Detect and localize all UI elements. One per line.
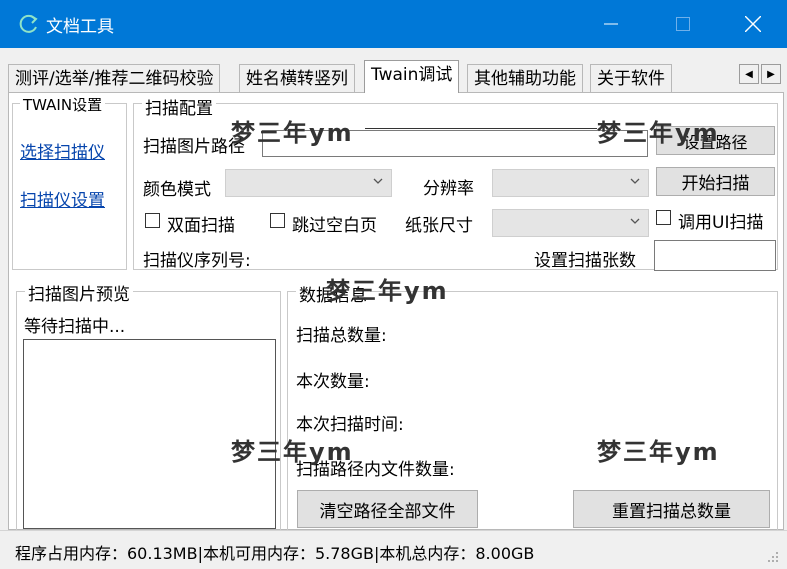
paper-size-select[interactable] [492, 209, 649, 237]
scanner-settings-link[interactable]: 扫描仪设置 [20, 186, 105, 211]
resolution-label: 分辨率 [423, 179, 474, 199]
skip-blank-label: 跳过空白页 [292, 216, 377, 236]
resolution-select[interactable] [492, 169, 649, 197]
tab-name-vertical[interactable]: 姓名横转竖列 [239, 64, 355, 92]
close-button[interactable] [722, 0, 784, 48]
watermark-text: 梦三年ym [231, 438, 354, 466]
status-bar: 程序占用内存：60.13MB|本机可用内存：5.78GB|本机总内存：8.00G… [0, 530, 787, 569]
total-count-label: 扫描总数量: [296, 326, 387, 346]
preview-status: 等待扫描中... [24, 317, 126, 337]
twain-settings-legend: TWAIN设置 [20, 94, 106, 115]
use-ui-checkbox[interactable] [656, 210, 671, 225]
maximize-button[interactable] [652, 0, 714, 48]
chevron-down-icon [630, 218, 640, 224]
app-refresh-icon [19, 14, 38, 33]
tab-twain-debug[interactable]: Twain调试 [364, 60, 460, 93]
maximize-icon [676, 17, 690, 31]
duplex-checkbox[interactable] [145, 213, 160, 228]
tab-scroll-left-button[interactable]: ◀ [739, 64, 759, 84]
select-scanner-link[interactable]: 选择扫描仪 [20, 138, 105, 163]
scanner-serial-label: 扫描仪序列号: [143, 251, 251, 271]
start-scan-button[interactable]: 开始扫描 [656, 167, 775, 196]
window-title: 文档工具 [46, 17, 114, 37]
paper-size-label: 纸张尺寸 [405, 216, 473, 236]
preview-legend: 扫描图片预览 [25, 280, 133, 305]
minimize-icon [604, 23, 618, 25]
scan-path-label: 扫描图片路径 [143, 137, 245, 157]
watermark-text: 梦三年ym [597, 438, 720, 466]
color-mode-select[interactable] [225, 169, 392, 197]
chevron-down-icon [630, 178, 640, 184]
chevron-down-icon [373, 178, 383, 184]
set-count-label: 设置扫描张数 [534, 251, 636, 271]
watermark-line [365, 128, 597, 129]
clear-files-button[interactable]: 清空路径全部文件 [297, 490, 478, 528]
tab-about[interactable]: 关于软件 [590, 64, 672, 92]
color-mode-label: 颜色模式 [143, 180, 211, 200]
arrow-left-icon: ◀ [745, 68, 753, 80]
duplex-label: 双面扫描 [167, 216, 235, 236]
current-count-label: 本次数量: [296, 372, 370, 392]
watermark-text: 梦三年ym [231, 119, 354, 147]
use-ui-label: 调用UI扫描 [678, 213, 764, 233]
scan-config-legend: 扫描配置 [142, 94, 216, 119]
tab-other-tools[interactable]: 其他辅助功能 [467, 64, 583, 92]
resize-grip-icon[interactable] [767, 551, 779, 563]
tab-scroll-right-button[interactable]: ▶ [761, 64, 781, 84]
status-memory-text: 程序占用内存：60.13MB|本机可用内存：5.78GB|本机总内存：8.00G… [15, 544, 535, 563]
reset-count-button[interactable]: 重置扫描总数量 [573, 490, 770, 528]
watermark-text: 梦三年ym [326, 277, 449, 305]
scan-count-input[interactable] [654, 240, 776, 271]
watermark-text: 梦三年ym [597, 119, 720, 147]
tab-qrcode-check[interactable]: 测评/选举/推荐二维码校验 [8, 64, 221, 92]
title-bar: 文档工具 [0, 0, 787, 48]
skip-blank-checkbox[interactable] [270, 213, 285, 228]
arrow-right-icon: ▶ [767, 68, 775, 80]
close-icon [745, 16, 761, 32]
minimize-button[interactable] [580, 0, 642, 48]
